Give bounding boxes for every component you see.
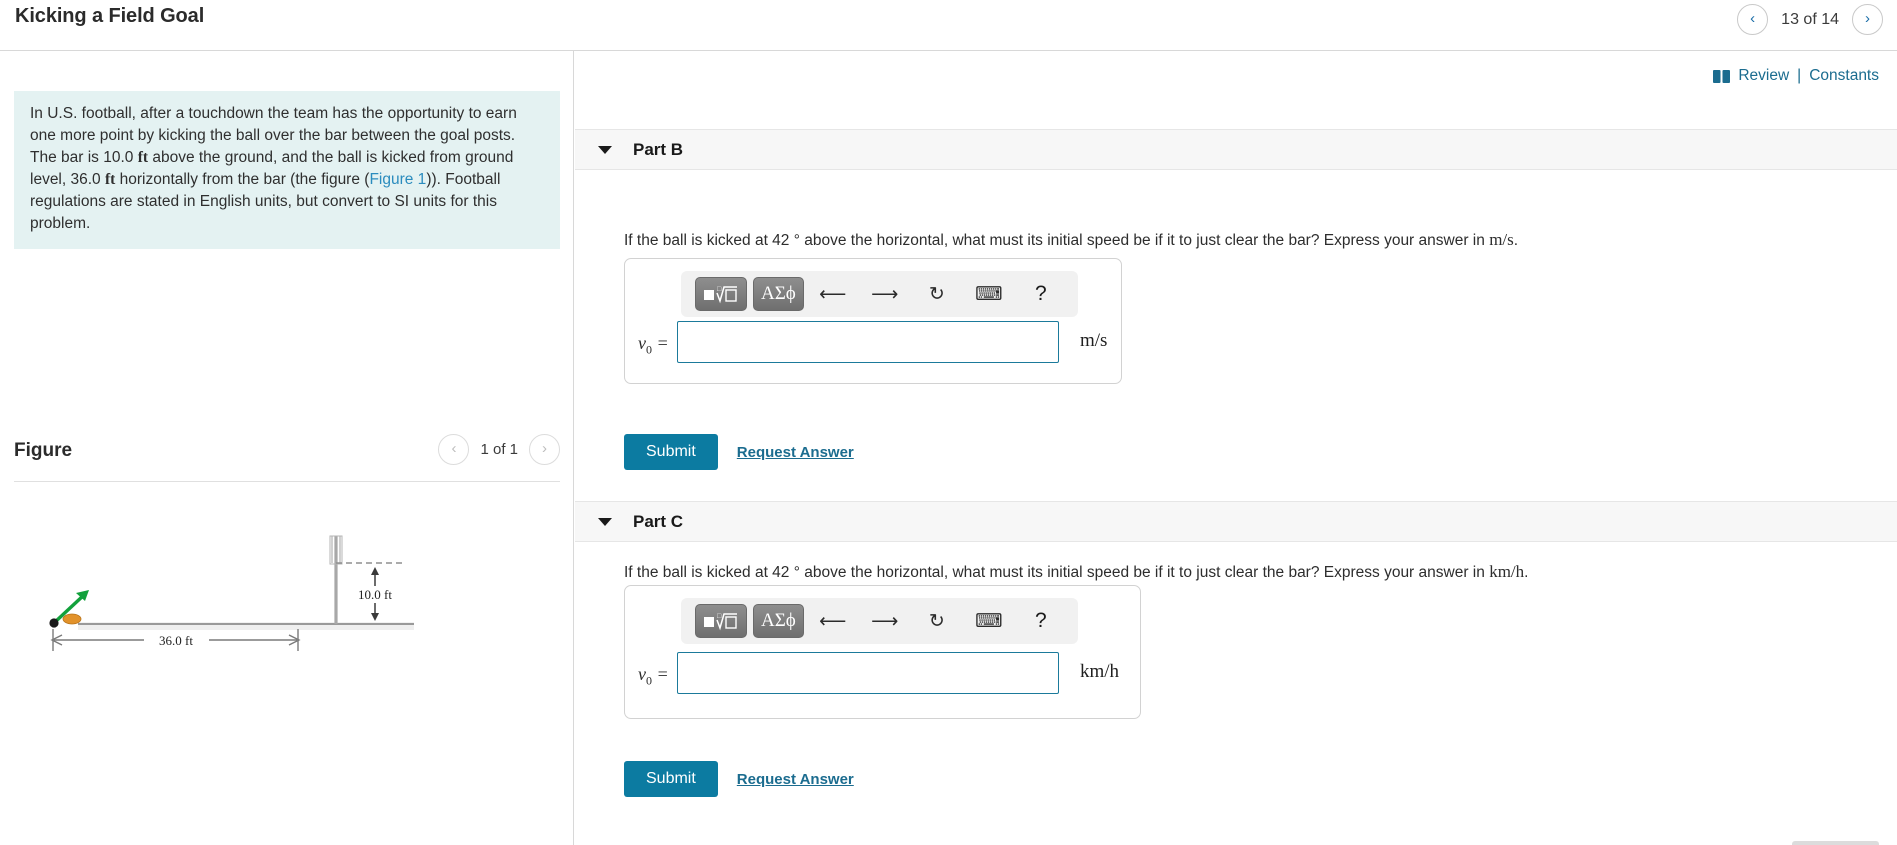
problem-count-label: 13 of 14: [1781, 10, 1839, 28]
question-pre: If the ball is kicked at 42: [624, 564, 794, 581]
figure-prev-button[interactable]: ‹: [438, 434, 470, 465]
figure-pager: ‹ 1 of 1 ›: [438, 434, 560, 465]
football-icon: [62, 613, 82, 625]
math-template-icon[interactable]: □: [695, 604, 747, 638]
review-separator: |: [1797, 67, 1802, 84]
review-link[interactable]: Review: [1738, 67, 1789, 85]
part-c-question: If the ball is kicked at 42 ° above the …: [624, 561, 1528, 583]
caret-down-icon[interactable]: [598, 517, 612, 526]
kick-point-dot: [49, 618, 59, 628]
part-b-submit-row: Submit Request Answer: [624, 434, 854, 470]
figure-divider: [14, 481, 560, 482]
constants-link[interactable]: Constants: [1809, 67, 1879, 85]
part-c-unit-label: km/h: [1080, 661, 1120, 682]
ground-band: [78, 625, 414, 630]
problem-statement: In U.S. football, after a touchdown the …: [14, 91, 560, 249]
prev-problem-button[interactable]: ‹: [1737, 4, 1769, 35]
part-b-label: Part B: [633, 139, 684, 159]
figure-diagram: 10.0 ft 36.0 ft 36.0 ft: [14, 491, 560, 711]
keyboard-icon[interactable]: ⌨: [970, 604, 1008, 638]
part-c-submit-row: Submit Request Answer: [624, 761, 854, 797]
undo-icon[interactable]: ⟵: [814, 604, 852, 638]
question-mid: above the horizontal, what must its init…: [799, 564, 1490, 581]
figure-title: Figure: [14, 440, 73, 461]
svg-text:□: □: [717, 285, 722, 293]
unit-feet-2: ft: [104, 171, 116, 188]
page-title: Kicking a Field Goal: [15, 5, 205, 27]
chevron-right-icon: ›: [1865, 10, 1870, 27]
part-b-header[interactable]: Part B: [575, 129, 1897, 170]
question-end: .: [1513, 232, 1519, 249]
next-button[interactable]: Next ❯: [1792, 841, 1879, 845]
redo-icon[interactable]: ⟶: [866, 604, 904, 638]
chevron-left-icon: ‹: [1750, 10, 1756, 27]
figure-1-link[interactable]: Figure 1: [369, 171, 426, 188]
assignment-pager: ‹ 13 of 14 ›: [1737, 4, 1883, 35]
unit-feet-1: ft: [137, 149, 149, 166]
part-b-toolbar: □ ΑΣϕ ⟵ ⟶ ↻ ⌨ ?: [681, 271, 1078, 317]
figure-next-button[interactable]: ›: [529, 434, 560, 465]
question-end: .: [1524, 564, 1529, 581]
equals-sign: =: [656, 333, 669, 353]
question-unit: m/s: [1489, 230, 1514, 249]
chevron-left-icon: ‹: [451, 440, 457, 457]
part-b-answer-box: □ ΑΣϕ ⟵ ⟶ ↻ ⌨ ? v0 = m/s: [624, 258, 1122, 384]
svg-text:□: □: [717, 612, 722, 620]
variable-subscript: 0: [646, 673, 652, 688]
question-unit: km/h: [1489, 562, 1525, 581]
question-mid: above the horizontal, what must its init…: [799, 232, 1490, 249]
question-pre: If the ball is kicked at 42: [624, 232, 794, 249]
variable-subscript: 0: [646, 342, 652, 357]
help-icon[interactable]: ?: [1022, 277, 1060, 311]
variable-symbol: v: [638, 664, 646, 684]
part-b-answer-input[interactable]: [677, 321, 1059, 363]
greek-symbols-button[interactable]: ΑΣϕ: [753, 604, 804, 638]
help-icon[interactable]: ?: [1022, 604, 1060, 638]
part-c-header[interactable]: Part C: [575, 501, 1897, 542]
undo-icon[interactable]: ⟵: [814, 277, 852, 311]
caret-down-icon[interactable]: [598, 145, 612, 154]
right-panel: Review | Constants Part B If the ball is…: [575, 51, 1897, 845]
part-b-question: If the ball is kicked at 42 ° above the …: [624, 229, 1518, 251]
part-c-answer-box: □ ΑΣϕ ⟵ ⟶ ↻ ⌨ ? v0 = km/h: [624, 585, 1141, 719]
part-c-request-answer-link[interactable]: Request Answer: [737, 771, 854, 788]
review-constants-bar: Review | Constants: [1713, 67, 1879, 85]
part-c-variable-label: v0 =: [638, 664, 669, 689]
book-icon: [1713, 69, 1731, 83]
part-c-toolbar: □ ΑΣϕ ⟵ ⟶ ↻ ⌨ ?: [681, 598, 1078, 644]
variable-symbol: v: [638, 333, 646, 353]
reset-icon[interactable]: ↻: [918, 604, 956, 638]
part-c-submit-button[interactable]: Submit: [624, 761, 718, 797]
redo-icon[interactable]: ⟶: [866, 277, 904, 311]
chevron-right-icon: ›: [542, 440, 547, 457]
distance-label-text: 36.0 ft: [159, 633, 193, 648]
equals-sign: =: [656, 664, 669, 684]
part-b-request-answer-link[interactable]: Request Answer: [737, 444, 854, 461]
part-b-variable-label: v0 =: [638, 333, 669, 358]
top-bar: Kicking a Field Goal ‹ 13 of 14 ›: [0, 0, 1897, 51]
part-c-answer-input[interactable]: [677, 652, 1059, 694]
part-b-unit-label: m/s: [1080, 330, 1108, 351]
reset-icon[interactable]: ↻: [918, 277, 956, 311]
greek-symbols-button[interactable]: ΑΣϕ: [753, 277, 804, 311]
height-label: 10.0 ft: [358, 587, 392, 602]
page-root: Kicking a Field Goal ‹ 13 of 14 › In U.S…: [0, 0, 1897, 845]
part-b-answer-row: v0 = m/s: [625, 321, 1121, 377]
keyboard-icon[interactable]: ⌨: [970, 277, 1008, 311]
figure-header: Figure ‹ 1 of 1 ›: [14, 434, 560, 476]
part-c-label: Part C: [633, 511, 684, 531]
field-goal-svg: 10.0 ft 36.0 ft 36.0 ft: [49, 535, 414, 651]
figure-count-label: 1 of 1: [480, 441, 518, 458]
part-b-submit-button[interactable]: Submit: [624, 434, 718, 470]
part-c-answer-row: v0 = km/h: [625, 652, 1140, 708]
math-template-icon[interactable]: □: [695, 277, 747, 311]
left-panel: In U.S. football, after a touchdown the …: [0, 51, 574, 845]
problem-text-part3: horizontally from the bar (the figure (: [115, 171, 370, 188]
next-problem-button[interactable]: ›: [1852, 4, 1883, 35]
